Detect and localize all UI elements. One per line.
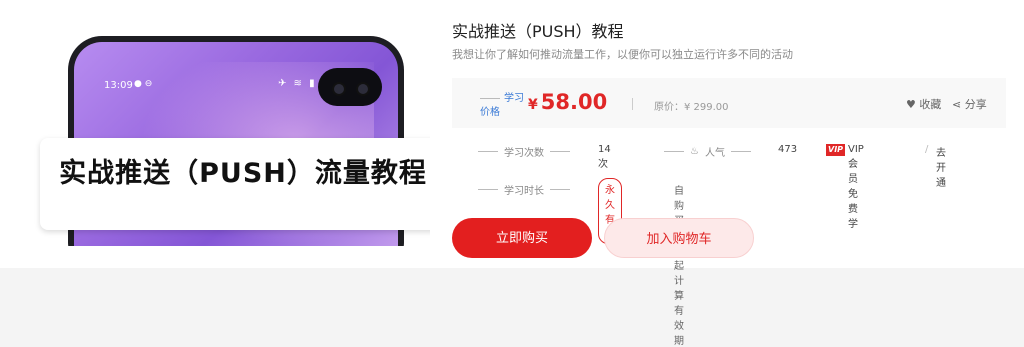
popularity-value: 473 <box>778 144 798 155</box>
duration-note: 自购买之日起计算有效期 <box>674 186 684 347</box>
heart-icon: ♥ <box>906 98 916 111</box>
share-label: 分享 <box>964 98 987 111</box>
vip-open-link[interactable]: 去开通 <box>936 144 946 189</box>
add-to-cart-button[interactable]: 加入购物车 <box>604 218 754 258</box>
study-count-label: 学习次数 <box>478 144 588 159</box>
price-box: 学习价格 ¥58.00 原价：¥ 299.00 ♥ 收藏 ⋖ 分享 <box>452 78 1006 128</box>
favorite-button[interactable]: ♥ 收藏 <box>906 96 941 112</box>
flame-icon: ♨ <box>690 146 699 157</box>
currency-symbol: ¥ <box>528 97 538 113</box>
price-amount: 58.00 <box>540 90 608 114</box>
current-price: ¥58.00 <box>528 90 607 114</box>
camera-cutout <box>318 68 382 106</box>
cover-banner: 实战推送（PUSH）流量教程 <box>40 138 430 230</box>
original-price: 原价：¥ 299.00 <box>654 102 729 113</box>
favorite-label: 收藏 <box>919 98 942 111</box>
popularity-label: ♨ 人气 <box>664 144 764 159</box>
share-button[interactable]: ⋖ 分享 <box>952 96 987 112</box>
price-label: 学习价格 <box>480 93 524 118</box>
notification-icons: ● ⊖ <box>134 79 153 89</box>
buy-now-button[interactable]: 立即购买 <box>452 218 592 258</box>
cover-banner-text: 实战推送（PUSH）流量教程 <box>59 158 427 189</box>
vip-badge-icon: VIP <box>826 144 846 156</box>
vip-free-text: VIP会员免费学 <box>848 144 864 230</box>
vip-separator: / <box>925 144 929 155</box>
phone-status-time: 13:09 <box>104 80 133 91</box>
price-divider <box>632 98 633 110</box>
course-card: 13:09 ● ⊖ ✈ ≋ ▮ 实战推送（PUSH）流量教程 实战推送（PUSH… <box>0 0 1024 347</box>
share-icon: ⋖ <box>952 98 962 111</box>
signal-battery-icons: ✈ ≋ ▮ <box>278 78 317 89</box>
duration-label: 学习时长 <box>478 182 588 197</box>
course-subtitle: 我想让你了解如何推动流量工作，以便你可以独立运行许多不同的活动 <box>452 48 793 61</box>
course-cover-image[interactable]: 13:09 ● ⊖ ✈ ≋ ▮ 实战推送（PUSH）流量教程 <box>20 14 430 246</box>
study-count-value: 14 次 <box>598 144 611 170</box>
course-title: 实战推送（PUSH）教程 <box>452 22 624 41</box>
